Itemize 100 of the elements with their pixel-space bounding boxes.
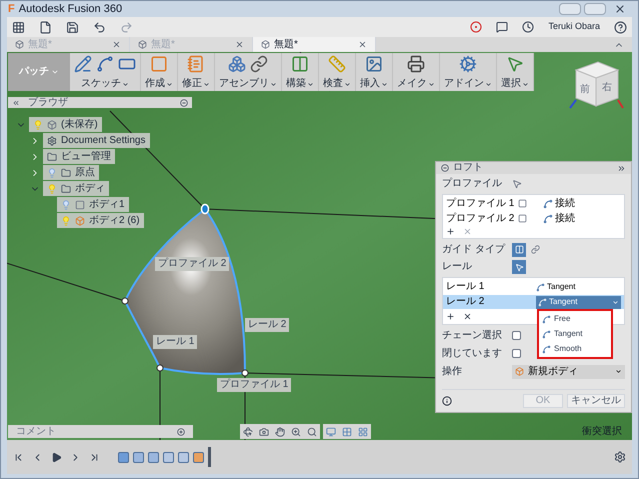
pointer-icon[interactable] (506, 55, 524, 73)
document-tab[interactable]: 無題* (253, 37, 376, 52)
panel-title: コメント (16, 426, 56, 436)
curve-condition-icon (538, 298, 547, 306)
timeline-feature-icon[interactable] (193, 452, 204, 462)
cog-icon[interactable] (459, 55, 477, 73)
undo-icon[interactable] (93, 20, 106, 34)
timeline-feature-icon[interactable] (178, 452, 189, 462)
ribbon-menu-button[interactable]: 挿入 (360, 79, 388, 89)
monitor-icon[interactable] (326, 426, 336, 436)
checkbox[interactable] (512, 331, 521, 340)
minimize-panel-icon[interactable] (180, 98, 188, 106)
boxes-icon[interactable] (228, 55, 246, 73)
ribbon-menu-button[interactable]: アセンブリ (219, 79, 277, 89)
select-cursor-icon[interactable] (512, 179, 522, 189)
timeline-feature-icon[interactable] (163, 452, 174, 462)
caret-icon (270, 80, 277, 88)
zoom-icon[interactable] (291, 426, 301, 436)
add-icon[interactable] (446, 312, 455, 320)
curve-condition-icon (543, 214, 553, 224)
columns-icon[interactable] (291, 55, 309, 73)
collapse-panel-icon[interactable] (12, 98, 20, 106)
dropdown-option[interactable]: Free (539, 313, 611, 325)
skip-start-icon[interactable] (13, 452, 24, 462)
caret-icon (522, 80, 529, 88)
pencil-icon[interactable] (74, 55, 92, 73)
layout-grid-icon[interactable] (358, 426, 368, 436)
expand-dialog-icon[interactable] (617, 164, 626, 172)
tree-item[interactable]: Document Settings (43, 133, 150, 148)
ribbon-menu-button[interactable]: メイク (397, 79, 435, 89)
list-row[interactable]: レール 1 Tangent (443, 280, 624, 294)
ribbon-menu-button[interactable]: スケッチ (81, 79, 129, 89)
ribbon-menu-button[interactable]: 作成 (145, 79, 173, 89)
search-icon[interactable] (307, 426, 317, 436)
cube-face-label: 前 (580, 85, 590, 95)
user-menu[interactable]: Teruki Obara (548, 20, 600, 34)
dropdown-option[interactable]: Smooth (539, 343, 611, 355)
record-icon[interactable] (470, 21, 482, 33)
grid-icon[interactable] (342, 426, 352, 436)
timeline-feature-icon[interactable] (148, 452, 159, 462)
apps-grid-icon[interactable] (12, 20, 25, 34)
status-text: 衝突選択 (582, 427, 622, 437)
add-comment-icon[interactable] (177, 428, 185, 436)
ribbon-menu-button[interactable]: 選択 (501, 79, 529, 89)
tree-item[interactable]: ビュー管理 (43, 149, 115, 164)
settings-icon[interactable] (614, 451, 626, 463)
ribbon-menu-button[interactable]: 検査 (323, 79, 351, 89)
link-icon[interactable] (250, 55, 268, 73)
tree-item[interactable]: (未保存) (29, 117, 102, 132)
link-icon (530, 245, 540, 254)
caret-icon (307, 80, 314, 88)
body-icon (75, 216, 85, 226)
cancel-button[interactable]: キャンセル (567, 394, 625, 408)
tree-item[interactable]: ボディ1 (57, 197, 129, 212)
close-icon[interactable] (235, 40, 244, 49)
checkbox[interactable] (512, 349, 521, 358)
file-icon[interactable] (39, 20, 52, 34)
select-rail-button[interactable] (512, 260, 526, 274)
play-icon[interactable] (51, 452, 62, 462)
caret-icon (166, 80, 173, 88)
close-icon[interactable] (614, 3, 626, 15)
field-label: ガイド タイプ (442, 244, 506, 254)
close-icon[interactable] (358, 40, 367, 49)
curve-condition-icon (542, 330, 551, 338)
image-icon[interactable] (365, 55, 383, 73)
help-icon[interactable] (614, 20, 627, 34)
canvas-label: レール 2 (245, 318, 290, 332)
list-row[interactable]: レール 2 Tangent (443, 295, 624, 309)
tree-item[interactable]: 原点 (43, 165, 99, 180)
condition-dropdown[interactable]: Tangent (536, 296, 621, 308)
ribbon-menu-button[interactable]: アドイン (444, 79, 492, 89)
add-icon[interactable] (446, 227, 455, 236)
collapse-dialog-icon[interactable] (441, 164, 449, 172)
operation-dropdown[interactable]: 新規ボディ (512, 364, 625, 378)
info-icon[interactable] (442, 396, 452, 406)
timeline-feature-icon[interactable] (133, 452, 144, 462)
printer-icon[interactable] (407, 55, 425, 73)
tree-item[interactable]: ボディ (43, 181, 109, 196)
camera-icon[interactable] (259, 426, 269, 436)
ribbon-menu-button[interactable]: 構築 (286, 79, 314, 89)
clock-icon[interactable] (522, 21, 534, 33)
tree-item[interactable]: ボディ2 (6) (57, 213, 144, 228)
pan-hand-icon[interactable] (275, 426, 285, 436)
caret-icon (122, 80, 129, 88)
close-icon[interactable] (112, 40, 121, 49)
save-icon[interactable] (66, 20, 79, 34)
app-logo-icon: F (8, 4, 15, 14)
orbit-icon[interactable] (243, 426, 253, 436)
comment-icon[interactable] (496, 21, 508, 33)
dropdown-option[interactable]: Tangent (539, 328, 611, 340)
canvas-label: レール 1 (153, 335, 198, 349)
guide-type-button[interactable] (512, 242, 526, 256)
cube-icon (138, 40, 147, 49)
skip-end-icon[interactable] (89, 452, 100, 462)
remove-icon[interactable] (463, 312, 472, 320)
curve-icon[interactable] (96, 55, 114, 73)
timeline-marker[interactable] (208, 447, 211, 467)
ribbon-menu-button[interactable]: 修正 (182, 79, 210, 89)
timeline-feature-icon[interactable] (118, 452, 129, 462)
caret-icon (485, 80, 492, 88)
